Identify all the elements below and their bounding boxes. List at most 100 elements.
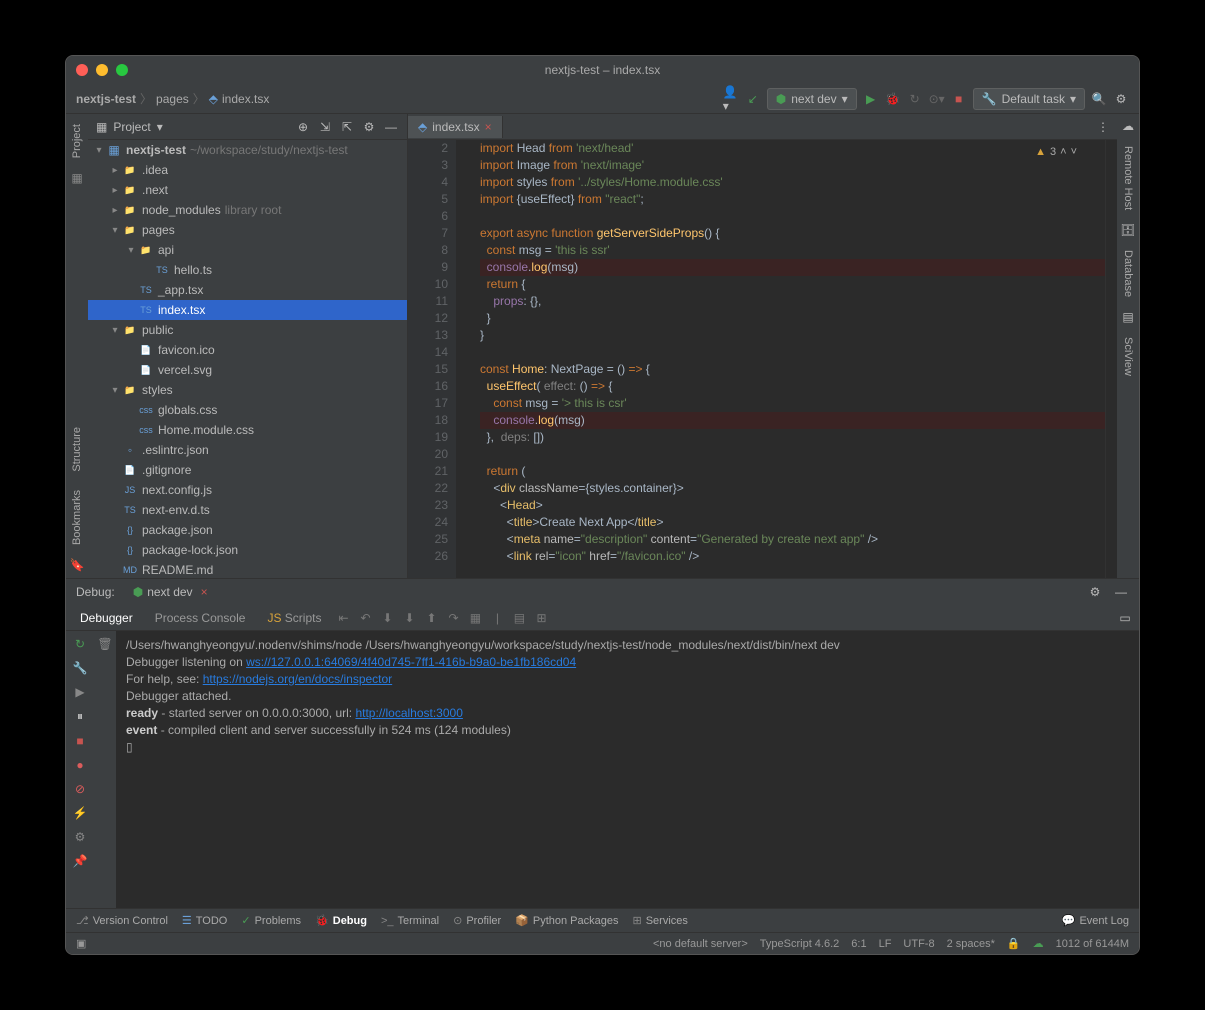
tool-window-icon[interactable]: ▣ <box>76 937 86 950</box>
collapse-all-icon[interactable]: ⇱ <box>339 119 355 135</box>
bottom-tool-debug[interactable]: 🐞Debug <box>315 914 367 927</box>
bottom-tool-python-packages[interactable]: 📦Python Packages <box>515 914 618 927</box>
view-bp-icon[interactable]: ● <box>76 758 83 772</box>
minimize-icon[interactable] <box>96 64 108 76</box>
search-icon[interactable]: 🔍 <box>1091 91 1107 107</box>
database-tab[interactable]: Database <box>1122 245 1134 302</box>
sciview-tab[interactable]: SciView <box>1122 332 1134 381</box>
profile-icon[interactable]: ⊙▾ <box>929 91 945 107</box>
coverage-icon[interactable]: ↻ <box>907 91 923 107</box>
settings-icon[interactable]: ⚙ <box>1113 91 1129 107</box>
indent-status[interactable]: 2 spaces* <box>947 938 995 950</box>
git-status-icon[interactable]: ☁ <box>1033 937 1044 950</box>
folder-icon[interactable]: ▦ <box>71 171 82 185</box>
caret-position[interactable]: 6:1 <box>851 938 866 950</box>
bookmark-icon[interactable]: 🔖 <box>70 558 85 572</box>
error-stripe[interactable] <box>1105 140 1117 578</box>
user-icon[interactable]: 👤▾ <box>723 91 739 107</box>
stop-icon[interactable]: ■ <box>76 734 83 748</box>
tree-item[interactable]: MDREADME.md <box>88 560 407 578</box>
database-icon[interactable]: 🗄 <box>1120 223 1135 237</box>
debug-toolbar-icon[interactable]: ↷ <box>445 610 461 626</box>
gear-icon[interactable]: ⚙ <box>361 119 377 135</box>
structure-tool-tab[interactable]: Structure <box>71 422 83 477</box>
tree-item[interactable]: 📄vercel.svg <box>88 360 407 380</box>
tree-item[interactable]: ▸📁.idea <box>88 160 407 180</box>
tree-item[interactable]: cssHome.module.css <box>88 420 407 440</box>
chevron-down-icon[interactable]: ˅ <box>1071 144 1077 161</box>
mute-bp-icon[interactable]: ⊘ <box>75 782 85 796</box>
bottom-tool-version-control[interactable]: ⎇Version Control <box>76 914 168 927</box>
lock-icon[interactable]: 🔒 <box>1007 937 1021 950</box>
tree-root[interactable]: ▾▦nextjs-test~/workspace/study/nextjs-te… <box>88 140 407 160</box>
debug-toolbar-icon[interactable]: ⬇ <box>401 610 417 626</box>
project-tree[interactable]: ▾▦nextjs-test~/workspace/study/nextjs-te… <box>88 140 407 578</box>
line-ending[interactable]: LF <box>879 938 892 950</box>
run-config-selector[interactable]: ⬢next dev▾ <box>767 88 857 110</box>
tree-item[interactable]: JSnext.config.js <box>88 480 407 500</box>
modify-icon[interactable]: 🔧 <box>73 661 88 675</box>
tree-item[interactable]: TSindex.tsx <box>88 300 407 320</box>
editor-tab-index[interactable]: ⬘index.tsx× <box>408 116 503 138</box>
debug-toolbar-icon[interactable]: ↶ <box>357 610 373 626</box>
remote-host-icon[interactable]: ☁ <box>1122 119 1134 133</box>
delete-icon[interactable]: 🗑 <box>97 637 112 651</box>
tree-item[interactable]: TShello.ts <box>88 260 407 280</box>
tree-item[interactable]: ◦.eslintrc.json <box>88 440 407 460</box>
tree-item[interactable]: TSnext-env.d.ts <box>88 500 407 520</box>
debug-icon[interactable]: 🐞 <box>885 91 901 107</box>
expand-all-icon[interactable]: ⇲ <box>317 119 333 135</box>
project-tool-tab[interactable]: Project <box>71 119 83 163</box>
tree-item[interactable]: 📄favicon.ico <box>88 340 407 360</box>
close-icon[interactable]: × <box>485 120 492 134</box>
debug-toolbar-icon[interactable]: | <box>489 610 505 626</box>
debug-tab[interactable]: Process Console <box>147 608 254 628</box>
tree-item[interactable]: {}package-lock.json <box>88 540 407 560</box>
no-server-status[interactable]: <no default server> <box>653 938 748 950</box>
debug-config-tab[interactable]: ⬢next dev× <box>125 582 216 602</box>
debug-toolbar-icon[interactable]: ▤ <box>511 610 527 626</box>
select-opened-icon[interactable]: ⊕ <box>295 119 311 135</box>
tree-item[interactable]: ▾📁styles <box>88 380 407 400</box>
typescript-status[interactable]: TypeScript 4.6.2 <box>760 938 840 950</box>
memory-indicator[interactable]: 1012 of 6144M <box>1056 938 1129 950</box>
tree-item[interactable]: ▸📁node_moduleslibrary root <box>88 200 407 220</box>
tree-item[interactable]: ▸📁.next <box>88 180 407 200</box>
tree-item[interactable]: ▾📁api <box>88 240 407 260</box>
settings-icon[interactable]: ⚙ <box>75 830 86 844</box>
gutter[interactable]: 2345678910111213141516171819202122232425… <box>408 140 456 578</box>
bottom-tool-problems[interactable]: ✓Problems <box>241 914 301 927</box>
tree-item[interactable]: cssglobals.css <box>88 400 407 420</box>
tree-item[interactable]: ▾📁public <box>88 320 407 340</box>
debug-tab[interactable]: JS Scripts <box>259 608 329 628</box>
tree-item[interactable]: {}package.json <box>88 520 407 540</box>
close-icon[interactable]: × <box>201 585 208 599</box>
bookmarks-tool-tab[interactable]: Bookmarks <box>71 485 83 550</box>
sciview-icon[interactable]: ▤ <box>1122 310 1133 324</box>
run-icon[interactable]: ▶ <box>863 91 879 107</box>
hide-icon[interactable]: — <box>383 119 399 135</box>
thread-icon[interactable]: ⚡ <box>73 806 88 820</box>
gear-icon[interactable]: ⚙ <box>1087 584 1103 600</box>
stop-icon[interactable]: ■ <box>951 91 967 107</box>
code-content[interactable]: ▲3 ˄ ˅ import Head from 'next/head'impor… <box>456 140 1105 578</box>
resume-icon[interactable]: ▶ <box>75 685 84 699</box>
debug-toolbar-icon[interactable]: ▦ <box>467 610 483 626</box>
debug-toolbar-icon[interactable]: ⇤ <box>335 610 351 626</box>
pin-icon[interactable]: 📌 <box>73 854 88 868</box>
event-log[interactable]: 💬Event Log <box>1062 914 1129 927</box>
tree-item[interactable]: TS_app.tsx <box>88 280 407 300</box>
debug-console[interactable]: /Users/hwanghyeongyu/.nodenv/shims/node … <box>116 631 1139 908</box>
chevron-up-icon[interactable]: ˄ <box>1060 144 1066 161</box>
hide-icon[interactable]: — <box>1113 584 1129 600</box>
code-editor[interactable]: 2345678910111213141516171819202122232425… <box>408 140 1117 578</box>
bottom-tool-todo[interactable]: ☰TODO <box>182 914 227 927</box>
debug-toolbar-icon[interactable]: ⊞ <box>533 610 549 626</box>
tree-item[interactable]: 📄.gitignore <box>88 460 407 480</box>
close-icon[interactable] <box>76 64 88 76</box>
pause-icon[interactable]: ⏸ <box>77 709 83 724</box>
layout-icon[interactable]: ▭ <box>1117 610 1133 626</box>
breadcrumb[interactable]: nextjs-test〉 pages〉 ⬘index.tsx <box>76 90 269 107</box>
more-icon[interactable]: ⋮ <box>1095 119 1111 135</box>
debug-toolbar-icon[interactable]: ⬇ <box>379 610 395 626</box>
